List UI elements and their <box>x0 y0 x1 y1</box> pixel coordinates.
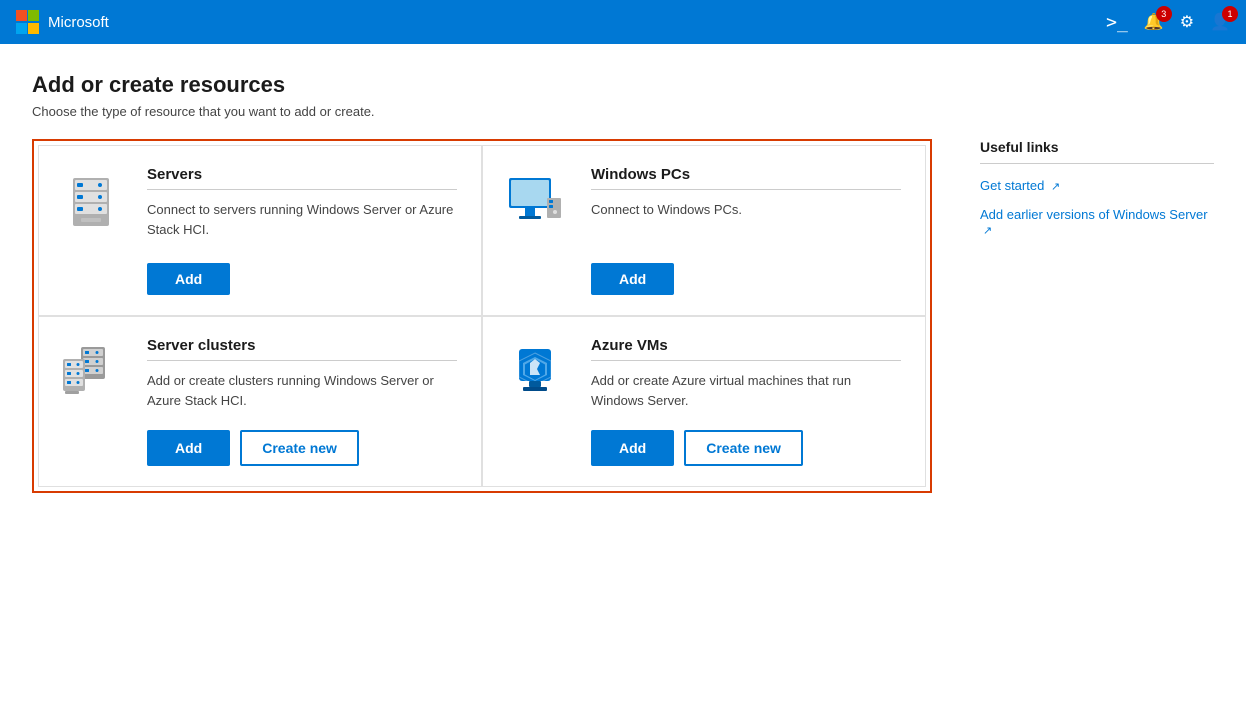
topbar-left: Microsoft <box>16 10 109 34</box>
server-clusters-card-desc: Add or create clusters running Windows S… <box>147 371 457 410</box>
azure-vms-card-desc: Add or create Azure virtual machines tha… <box>591 371 901 410</box>
logo-red <box>16 10 27 21</box>
logo-green <box>28 10 39 21</box>
content-area: Servers Connect to servers running Windo… <box>32 139 1214 493</box>
server-clusters-card-body: Server clusters Add or create clusters r… <box>147 337 457 466</box>
azure-vms-add-button[interactable]: Add <box>591 430 674 466</box>
azure-vms-card-title: Azure VMs <box>591 337 901 354</box>
microsoft-logo <box>16 10 40 34</box>
azure-vms-card: Azure VMs Add or create Azure virtual ma… <box>482 316 926 487</box>
server-clusters-create-button[interactable]: Create new <box>240 430 359 466</box>
azure-vms-create-button[interactable]: Create new <box>684 430 803 466</box>
page-title: Add or create resources <box>32 72 1214 98</box>
user-badge: 1 <box>1222 6 1238 22</box>
add-earlier-versions-link[interactable]: Add earlier versions of Windows Server ↗ <box>980 207 1214 237</box>
server-clusters-card-title: Server clusters <box>147 337 457 354</box>
cards-grid: Servers Connect to servers running Windo… <box>32 139 932 493</box>
topbar-brand-text: Microsoft <box>48 14 109 31</box>
sidebar-title: Useful links <box>980 139 1214 155</box>
servers-card-actions: Add <box>147 263 457 295</box>
windows-pcs-card-title: Windows PCs <box>591 166 901 183</box>
server-clusters-add-button[interactable]: Add <box>147 430 230 466</box>
windows-pcs-card: Windows PCs Connect to Windows PCs. Add <box>482 145 926 316</box>
terminal-icon[interactable]: >_ <box>1106 12 1128 33</box>
logo-yellow <box>28 23 39 34</box>
servers-card-body: Servers Connect to servers running Windo… <box>147 166 457 295</box>
sidebar: Useful links Get started ↗ Add earlier v… <box>964 139 1214 493</box>
page-subtitle: Choose the type of resource that you wan… <box>32 104 1214 119</box>
azure-vms-card-body: Azure VMs Add or create Azure virtual ma… <box>591 337 901 466</box>
windows-pcs-add-button[interactable]: Add <box>591 263 674 295</box>
windows-pc-icon <box>503 166 575 295</box>
user-icon[interactable]: 👤 1 <box>1210 12 1230 32</box>
get-started-label: Get started <box>980 178 1044 193</box>
server-icon <box>59 166 131 295</box>
servers-card: Servers Connect to servers running Windo… <box>38 145 482 316</box>
server-clusters-card-actions: Add Create new <box>147 430 457 466</box>
azure-vms-card-actions: Add Create new <box>591 430 901 466</box>
get-started-external-icon: ↗ <box>1051 180 1060 193</box>
azure-vm-icon <box>503 337 575 466</box>
add-earlier-versions-external-icon: ↗ <box>983 224 992 237</box>
server-clusters-card: Server clusters Add or create clusters r… <box>38 316 482 487</box>
settings-icon[interactable]: ⚙ <box>1180 12 1194 32</box>
notifications-badge: 3 <box>1156 6 1172 22</box>
windows-pcs-card-actions: Add <box>591 263 901 295</box>
notifications-icon[interactable]: 🔔 3 <box>1144 12 1164 32</box>
windows-pcs-card-body: Windows PCs Connect to Windows PCs. Add <box>591 166 901 295</box>
windows-pcs-card-desc: Connect to Windows PCs. <box>591 200 901 243</box>
servers-add-button[interactable]: Add <box>147 263 230 295</box>
logo-blue <box>16 23 27 34</box>
get-started-link[interactable]: Get started ↗ <box>980 178 1214 193</box>
add-earlier-versions-label: Add earlier versions of Windows Server <box>980 207 1208 222</box>
topbar: Microsoft >_ 🔔 3 ⚙ 👤 1 <box>0 0 1246 44</box>
servers-card-desc: Connect to servers running Windows Serve… <box>147 200 457 243</box>
cluster-icon <box>59 337 131 466</box>
main-content: Add or create resources Choose the type … <box>0 44 1246 710</box>
sidebar-divider <box>980 163 1214 164</box>
servers-card-title: Servers <box>147 166 457 183</box>
topbar-right: >_ 🔔 3 ⚙ 👤 1 <box>1106 12 1230 33</box>
